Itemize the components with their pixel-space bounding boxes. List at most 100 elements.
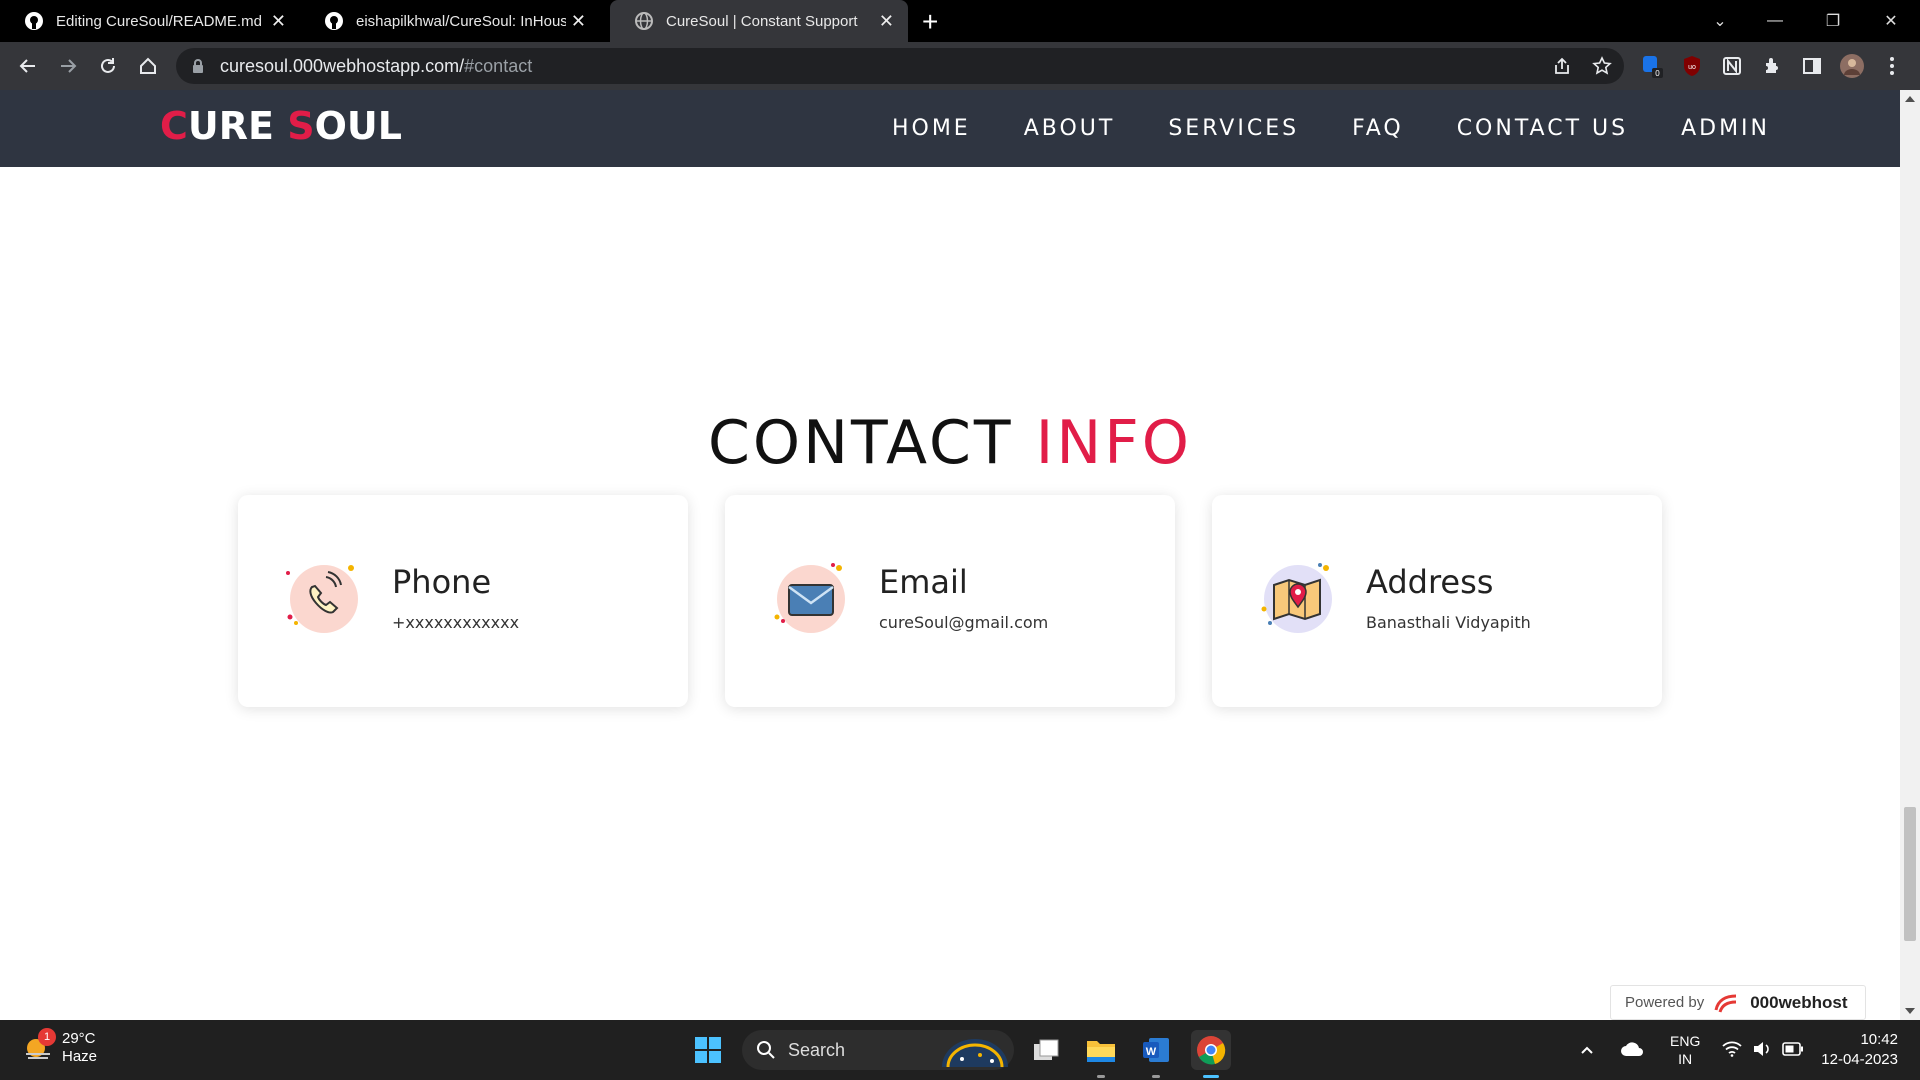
browser-tab-strip: Editing CureSoul/README.md at ✕ eishapil… — [0, 0, 1920, 42]
menu-kebab-icon[interactable] — [1880, 54, 1904, 78]
github-icon — [325, 12, 343, 30]
map-pin-icon — [1261, 563, 1332, 633]
nav-about[interactable]: ABOUT — [1024, 116, 1116, 141]
extensions-puzzle-icon[interactable] — [1760, 54, 1784, 78]
logo-text-ure: URE — [187, 104, 288, 148]
heading-part-info: INFO — [1035, 408, 1192, 478]
tab-title: eishapilkhwal/CureSoul: InHouse — [356, 12, 566, 30]
email-icon — [774, 563, 845, 633]
weather-temp: 29°C — [62, 1030, 96, 1047]
reload-icon[interactable] — [94, 52, 122, 80]
url-host: curesoul.000webhostapp.com/ — [220, 55, 465, 76]
search-icon — [757, 1041, 775, 1059]
address-value: Banasthali Vidyapith — [1366, 613, 1531, 632]
powered-by-badge[interactable]: Powered by 000webhost — [1610, 985, 1866, 1020]
search-label: Search — [788, 1039, 846, 1060]
close-icon[interactable]: ✕ — [271, 11, 286, 32]
site-navbar: CURE SOUL HOME ABOUT SERVICES FAQ CONTAC… — [0, 90, 1900, 167]
tab-title: Editing CureSoul/README.md at — [56, 12, 266, 30]
language-indicator[interactable]: ENG IN — [1670, 1032, 1700, 1068]
home-icon[interactable] — [134, 52, 162, 80]
file-explorer-icon[interactable] — [1081, 1030, 1121, 1078]
task-view-icon[interactable] — [1026, 1030, 1066, 1070]
profile-avatar-icon[interactable] — [1840, 54, 1864, 78]
nav-admin[interactable]: ADMIN — [1681, 116, 1770, 141]
password-extension-icon[interactable]: 0 — [1640, 54, 1664, 78]
page-scrollbar[interactable] — [1900, 90, 1920, 1020]
battery-icon[interactable] — [1782, 1041, 1804, 1059]
tab-title: CureSoul | Constant Support — [666, 12, 858, 30]
share-icon[interactable] — [1550, 54, 1574, 78]
search-highlight-icon — [942, 1039, 1008, 1067]
site-nav-links: HOME ABOUT SERVICES FAQ CONTACT US ADMIN — [839, 90, 1770, 167]
word-icon[interactable]: W — [1136, 1030, 1176, 1078]
side-panel-icon[interactable] — [1800, 54, 1824, 78]
lock-icon[interactable] — [192, 58, 204, 74]
weather-widget[interactable]: 1 29°C Haze — [22, 1028, 97, 1066]
scroll-down-arrow-icon[interactable] — [1905, 1008, 1915, 1014]
webhost-logo-icon — [1714, 994, 1737, 1013]
lang-line2: IN — [1678, 1051, 1693, 1067]
tab-readme-editor[interactable]: Editing CureSoul/README.md at ✕ — [0, 0, 300, 42]
logo-text-oul: OUL — [314, 104, 402, 148]
phone-icon — [286, 565, 358, 633]
nav-services[interactable]: SERVICES — [1168, 116, 1299, 141]
nav-faq[interactable]: FAQ — [1352, 116, 1404, 141]
chrome-icon[interactable] — [1191, 1030, 1231, 1078]
bookmark-star-icon[interactable] — [1590, 54, 1614, 78]
weather-badge: 1 — [38, 1028, 56, 1046]
taskbar-search[interactable]: Search — [742, 1030, 1014, 1070]
contact-card-email: Email cureSoul@gmail.com — [725, 495, 1175, 707]
volume-icon[interactable] — [1752, 1041, 1772, 1060]
nav-home[interactable]: HOME — [892, 116, 971, 141]
system-tray: ENG IN — [1580, 1020, 1804, 1080]
clock-time: 10:42 — [1860, 1031, 1898, 1048]
close-icon[interactable]: ✕ — [571, 11, 586, 32]
tab-github-repo[interactable]: eishapilkhwal/CureSoul: InHouse ✕ — [300, 0, 600, 42]
taskbar-clock[interactable]: 10:42 12-04-2023 — [1821, 1030, 1898, 1070]
logo-letter-c: C — [160, 104, 188, 148]
svg-text:W: W — [1146, 1046, 1157, 1058]
scroll-up-arrow-icon[interactable] — [1905, 96, 1915, 102]
svg-text:uo: uo — [1688, 64, 1696, 71]
logo-letter-s: S — [287, 104, 315, 148]
new-tab-button[interactable]: + — [922, 6, 938, 38]
lang-line1: ENG — [1670, 1033, 1701, 1049]
svg-text:0: 0 — [1655, 69, 1660, 78]
url-path: #contact — [464, 55, 533, 76]
screen: Editing CureSoul/README.md at ✕ eishapil… — [0, 0, 1920, 1080]
windows-taskbar: 1 29°C Haze Search W ENG IN 10:42 12-04-… — [0, 1020, 1920, 1080]
contact-card-address: Address Banasthali Vidyapith — [1212, 495, 1662, 707]
phone-value[interactable]: +xxxxxxxxxxxx — [392, 613, 519, 632]
tab-curesoul[interactable]: CureSoul | Constant Support ✕ — [610, 0, 908, 42]
nav-contact-us[interactable]: CONTACT US — [1457, 116, 1628, 141]
heading-part-contact: CONTACT — [708, 408, 1036, 478]
close-icon[interactable]: ✕ — [879, 11, 894, 32]
globe-icon — [635, 12, 653, 30]
powered-by-label: Powered by — [1625, 994, 1705, 1011]
wifi-icon[interactable] — [1722, 1041, 1742, 1060]
site-logo[interactable]: CURE SOUL — [160, 104, 402, 148]
minimize-icon[interactable]: — — [1745, 0, 1805, 42]
windows-start-icon[interactable] — [688, 1030, 728, 1070]
email-value[interactable]: cureSoul@gmail.com — [879, 613, 1048, 632]
browser-toolbar: curesoul.000webhostapp.com/#contact 0 uo — [0, 42, 1920, 90]
contact-info-heading: CONTACT INFO — [0, 408, 1900, 478]
contact-card-phone: Phone +xxxxxxxxxxxx — [238, 495, 688, 707]
powered-by-brand: 000webhost — [1750, 992, 1848, 1012]
github-icon — [25, 12, 43, 30]
restore-icon[interactable]: ❐ — [1803, 0, 1863, 42]
address-bar[interactable]: curesoul.000webhostapp.com/#contact — [176, 48, 1624, 84]
card-title: Phone — [392, 563, 492, 601]
back-icon[interactable] — [14, 52, 42, 80]
window-close-icon[interactable]: ✕ — [1861, 0, 1920, 42]
card-title: Address — [1366, 563, 1494, 601]
forward-icon[interactable] — [54, 52, 82, 80]
ublock-icon[interactable]: uo — [1680, 54, 1704, 78]
tab-search-chevron-icon[interactable]: ⌄ — [1690, 0, 1750, 42]
scrollbar-thumb[interactable] — [1904, 807, 1916, 941]
onedrive-icon[interactable] — [1620, 1041, 1644, 1060]
tray-overflow-chevron-icon[interactable] — [1580, 1042, 1594, 1058]
notion-icon[interactable] — [1720, 54, 1744, 78]
contact-cards: Phone +xxxxxxxxxxxx Email cureSoul@gmail… — [238, 495, 1699, 707]
